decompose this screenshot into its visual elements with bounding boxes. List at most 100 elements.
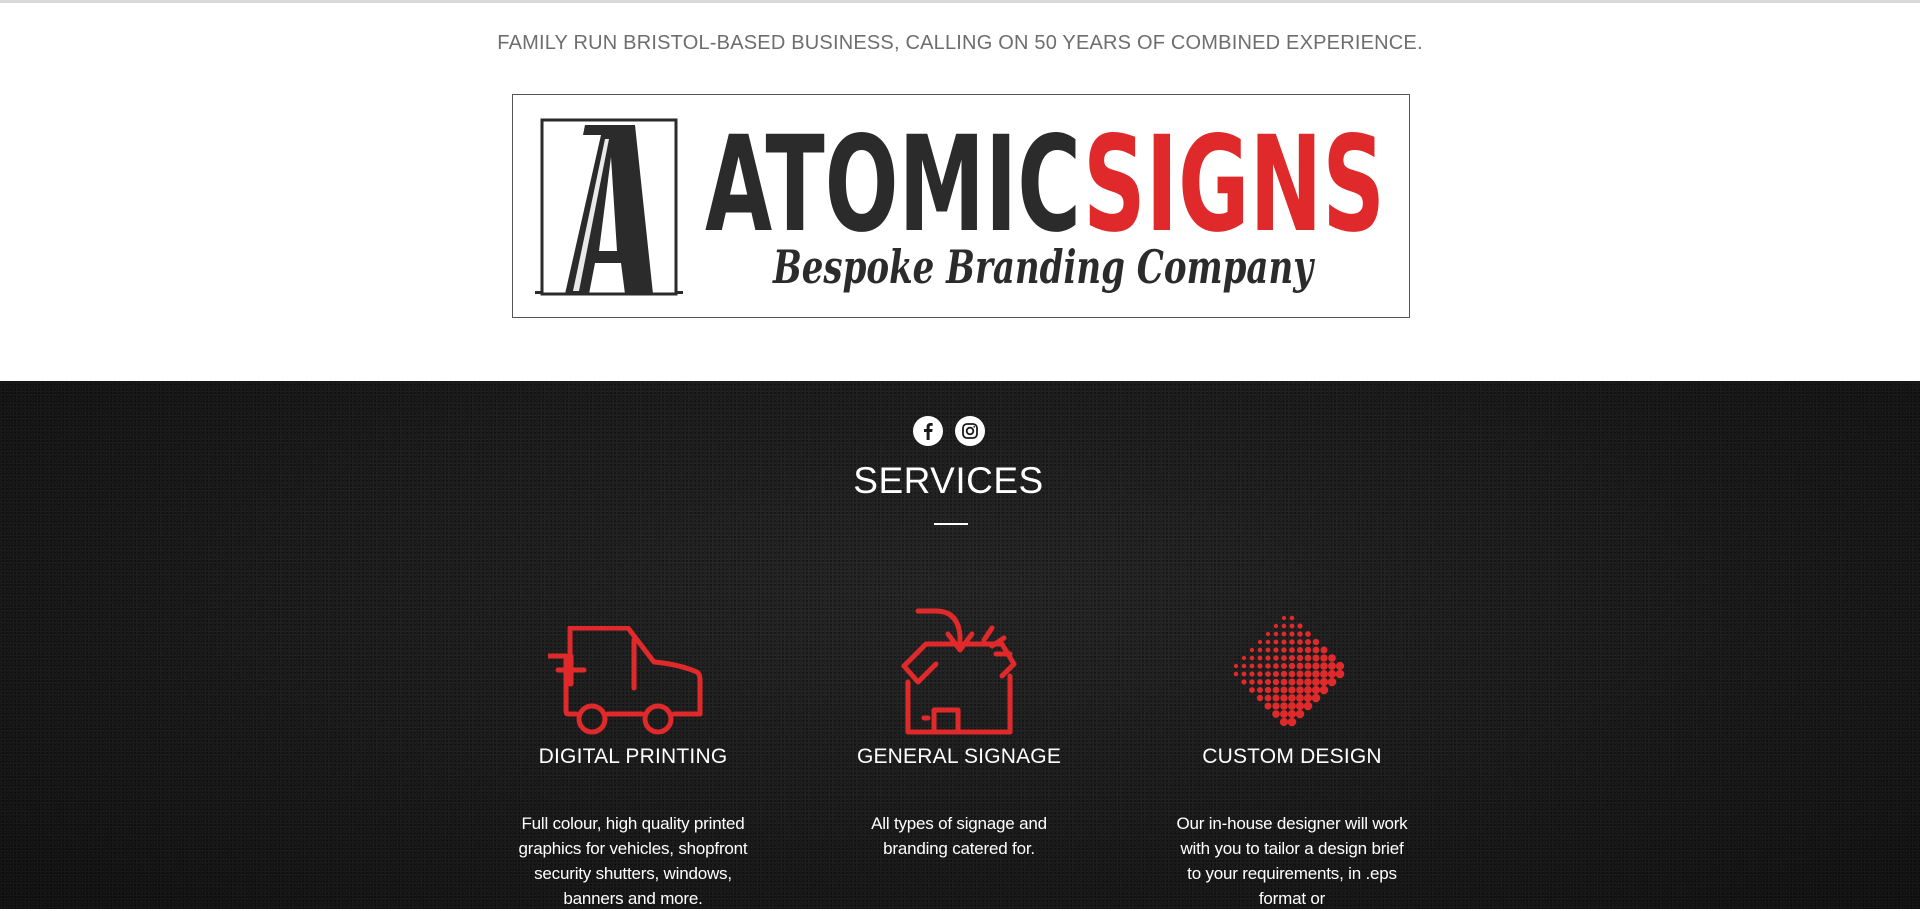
company-logo[interactable]: ATOMIC SIGNS Bespoke Branding Company <box>512 94 1410 318</box>
halftone-dot <box>1265 671 1271 677</box>
halftone-dot <box>1312 662 1320 670</box>
halftone-dot <box>1295 701 1305 711</box>
service-desc-digital-printing: Full colour, high quality printed graphi… <box>518 814 748 908</box>
halftone-dot <box>1288 702 1296 710</box>
logo-artwork: ATOMIC SIGNS Bespoke Branding Company <box>535 108 1385 296</box>
service-desc-custom-design: Our in-house designer will work with you… <box>1176 814 1408 908</box>
halftone-dot <box>1288 654 1296 662</box>
halftone-dot <box>1297 631 1303 637</box>
halftone-dot <box>1257 671 1263 677</box>
halftone-dot <box>1257 655 1263 661</box>
services-heading: SERVICES <box>853 460 1044 501</box>
services-heading-underline <box>934 523 968 525</box>
halftone-diamond-icon <box>1233 615 1345 727</box>
halftone-dot <box>1280 702 1288 710</box>
halftone-dot <box>1304 646 1312 654</box>
halftone-dot <box>1281 623 1287 629</box>
halftone-dot <box>1256 686 1264 694</box>
halftone-dot <box>1296 662 1304 670</box>
logo-monogram <box>535 118 683 296</box>
halftone-dot <box>1319 677 1329 687</box>
halftone-dot <box>1304 638 1312 646</box>
halftone-dot <box>1296 686 1304 694</box>
halftone-dot <box>1280 686 1288 694</box>
logo-subtitle: Bespoke Branding Company <box>772 240 1316 294</box>
halftone-dot <box>1288 686 1296 694</box>
halftone-dot <box>1249 663 1255 669</box>
halftone-dot <box>1264 678 1272 686</box>
halftone-dot <box>1264 694 1272 702</box>
halftone-dot <box>1327 669 1337 679</box>
halftone-dot <box>1328 662 1336 670</box>
halftone-dot <box>1304 670 1312 678</box>
halftone-dot <box>1289 631 1295 637</box>
halftone-dot <box>1312 654 1320 662</box>
halftone-dot <box>1303 701 1313 711</box>
halftone-dot <box>1297 623 1303 629</box>
halftone-dot <box>1312 670 1320 678</box>
halftone-dot <box>1280 678 1288 686</box>
halftone-dot <box>1280 710 1288 718</box>
service-title-digital-printing: DIGITAL PRINTING <box>538 745 728 768</box>
halftone-dot <box>1273 663 1279 669</box>
halftone-dot <box>1289 615 1295 621</box>
halftone-dot <box>1287 717 1297 727</box>
halftone-dot <box>1288 662 1296 670</box>
halftone-dot <box>1312 638 1320 646</box>
halftone-dot <box>1281 647 1287 653</box>
halftone-dot <box>1264 702 1272 710</box>
halftone-dot <box>1272 670 1280 678</box>
halftone-dot <box>1249 647 1255 653</box>
halftone-dot <box>1233 663 1239 669</box>
halftone-dot <box>1249 687 1255 693</box>
halftone-dot <box>1296 670 1304 678</box>
halftone-dot <box>1265 663 1271 669</box>
halftone-dot <box>1296 694 1304 702</box>
logo-word-signs: SIGNS <box>1083 108 1385 262</box>
shop-box-icon <box>901 608 1017 735</box>
facebook-link[interactable] <box>913 416 943 446</box>
halftone-dot <box>1328 654 1336 662</box>
halftone-dot <box>1241 679 1247 685</box>
halftone-dot <box>1312 646 1320 654</box>
halftone-dot <box>1265 647 1271 653</box>
halftone-dot <box>1273 631 1279 637</box>
service-desc-general-signage: All types of signage and branding catere… <box>871 814 1047 858</box>
halftone-dot <box>1296 654 1304 662</box>
halftone-dot <box>1273 655 1279 661</box>
halftone-dot <box>1319 685 1329 695</box>
halftone-dot <box>1241 663 1247 669</box>
halftone-dot <box>1281 631 1287 637</box>
halftone-dot <box>1288 678 1296 686</box>
halftone-dot <box>1264 686 1272 694</box>
halftone-dot <box>1281 639 1287 645</box>
halftone-dot <box>1256 694 1264 702</box>
halftone-dot <box>1272 694 1280 702</box>
halftone-dot <box>1249 671 1255 677</box>
instagram-link[interactable] <box>955 416 985 446</box>
service-title-custom-design: CUSTOM DESIGN <box>1202 745 1382 768</box>
halftone-dot <box>1304 662 1312 670</box>
halftone-dot <box>1265 655 1271 661</box>
halftone-dot <box>1280 694 1288 702</box>
halftone-dot <box>1288 694 1296 702</box>
halftone-dot <box>1241 671 1247 677</box>
halftone-dot <box>1320 646 1328 654</box>
halftone-dot <box>1272 686 1280 694</box>
halftone-dot <box>1272 702 1280 710</box>
halftone-dot <box>1296 646 1304 654</box>
halftone-dot <box>1304 654 1312 662</box>
halftone-dot <box>1304 686 1312 694</box>
halftone-dot <box>1265 639 1271 645</box>
halftone-dot <box>1287 709 1297 719</box>
halftone-dot <box>1304 678 1312 686</box>
halftone-dot <box>1281 615 1287 621</box>
halftone-dot <box>1241 655 1247 661</box>
halftone-dot <box>1320 654 1328 662</box>
top-border <box>0 0 1920 3</box>
logo-word-atomic: ATOMIC <box>705 108 1081 262</box>
halftone-dot <box>1311 685 1321 695</box>
instagram-icon <box>962 423 978 439</box>
social-links <box>913 416 985 446</box>
halftone-dot <box>1327 677 1337 687</box>
